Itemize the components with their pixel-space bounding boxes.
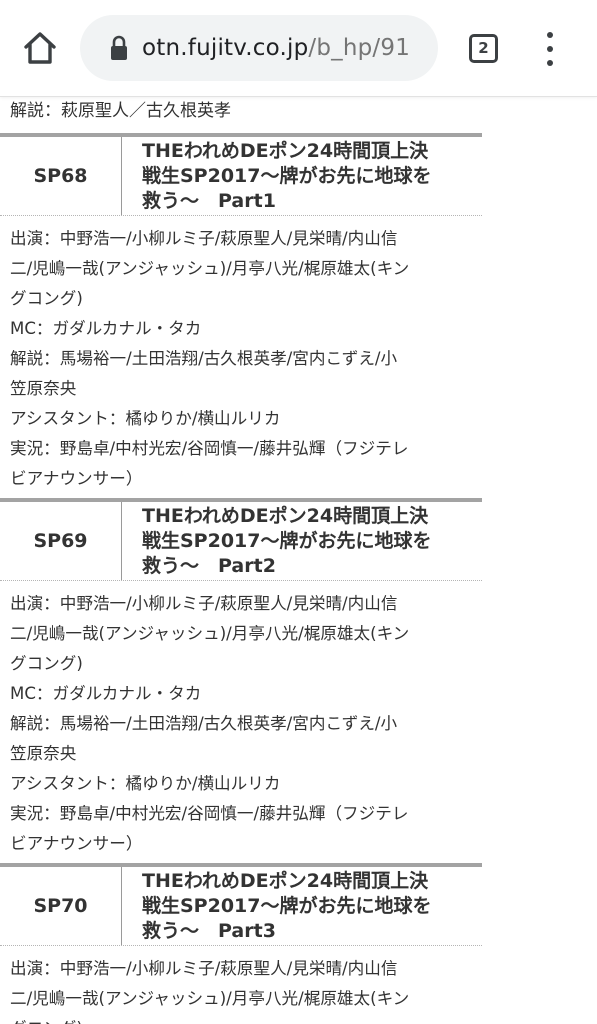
assistant-line: アシスタント：橘ゆりか/横山ルリカ xyxy=(10,409,281,428)
mc-line: MC：ガダルカナル・タカ xyxy=(10,684,202,703)
episode-title-line: THEわれめDEポン24時間頂上決 xyxy=(142,870,429,892)
episode-title-line: 戦生SP2017〜牌がお先に地球を xyxy=(142,165,432,187)
page-content: 解説：萩原聖人／古久根英孝 SP68 THEわれめDEポン24時間頂上決 戦生S… xyxy=(0,96,597,1024)
home-icon xyxy=(24,32,56,64)
browser-toolbar: otn.fujitv.co.jp/b_hp/91 2 xyxy=(0,0,597,97)
episode-title-line: 救う〜 Part1 xyxy=(142,190,276,212)
commentary-line: 笠原奈央 xyxy=(10,379,77,398)
assistant-line: アシスタント：橘ゆりか/横山ルリカ xyxy=(10,774,281,793)
commentary-line: 解説：馬場裕一/土田浩翔/古久根英孝/宮内こずえ/小 xyxy=(10,349,398,368)
episode-header: SP69 THEわれめDEポン24時間頂上決 戦生SP2017〜牌がお先に地球を… xyxy=(0,498,482,581)
episode-title: THEわれめDEポン24時間頂上決 戦生SP2017〜牌がお先に地球を 救う〜 … xyxy=(142,139,472,214)
announcer-line: 実況：野島卓/中村光宏/谷岡慎一/藤井弘輝（フジテレ xyxy=(10,804,409,823)
cast-line: グコング) xyxy=(10,289,83,308)
episode-number: SP70 xyxy=(0,867,122,945)
tab-count: 2 xyxy=(478,39,489,57)
mc-line: MC：ガダルカナル・タカ xyxy=(10,319,202,338)
episode-number: SP68 xyxy=(0,137,122,215)
cast-line: 二/児嶋一哉(アンジャッシュ)/月亭八光/梶原雄太(キン xyxy=(10,624,410,643)
episode-title-line: 戦生SP2017〜牌がお先に地球を xyxy=(142,530,432,552)
episode-number: SP69 xyxy=(0,502,122,580)
episode-title-line: 救う〜 Part2 xyxy=(142,555,276,577)
announcer-line: ビアナウンサー） xyxy=(10,469,143,488)
url-path: /b_hp/91 xyxy=(308,35,411,61)
episode-title-line: 戦生SP2017〜牌がお先に地球を xyxy=(142,895,432,917)
cast-line: グコング) xyxy=(10,1014,472,1024)
cast-line: グコング) xyxy=(10,654,83,673)
cast-line: 出演：中野浩一/小柳ルミ子/萩原聖人/見栄晴/内山信 xyxy=(10,229,398,248)
episode-details: 出演：中野浩一/小柳ルミ子/萩原聖人/見栄晴/内山信 二/児嶋一哉(アンジャッシ… xyxy=(0,581,482,859)
address-bar[interactable]: otn.fujitv.co.jp/b_hp/91 xyxy=(80,15,438,81)
episode-block: SP68 THEわれめDEポン24時間頂上決 戦生SP2017〜牌がお先に地球を… xyxy=(0,133,482,494)
episode-details: 出演：中野浩一/小柳ルミ子/萩原聖人/見栄晴/内山信 二/児嶋一哉(アンジャッシ… xyxy=(0,946,482,1024)
cast-line: 二/児嶋一哉(アンジャッシュ)/月亭八光/梶原雄太(キン xyxy=(10,989,410,1008)
commentary-line: 解説：馬場裕一/土田浩翔/古久根英孝/宮内こずえ/小 xyxy=(10,714,398,733)
overflow-menu-icon[interactable] xyxy=(540,32,560,66)
episode-header: SP70 THEわれめDEポン24時間頂上決 戦生SP2017〜牌がお先に地球を… xyxy=(0,863,482,946)
cast-line: 二/児嶋一哉(アンジャッシュ)/月亭八光/梶原雄太(キン xyxy=(10,259,410,278)
episode-title-line: 救う〜 Part3 xyxy=(142,920,276,942)
cast-line: 出演：中野浩一/小柳ルミ子/萩原聖人/見栄晴/内山信 xyxy=(10,594,398,613)
cast-line: 出演：中野浩一/小柳ルミ子/萩原聖人/見栄晴/内山信 xyxy=(10,959,398,978)
commentary-line: 笠原奈央 xyxy=(10,744,77,763)
episode-block: SP69 THEわれめDEポン24時間頂上決 戦生SP2017〜牌がお先に地球を… xyxy=(0,498,482,859)
partial-commentary-line: 解説：萩原聖人／古久根英孝 xyxy=(10,101,231,121)
episode-block: SP70 THEわれめDEポン24時間頂上決 戦生SP2017〜牌がお先に地球を… xyxy=(0,863,482,1024)
home-button[interactable] xyxy=(18,26,62,70)
announcer-line: 実況：野島卓/中村光宏/谷岡慎一/藤井弘輝（フジテレ xyxy=(10,439,409,458)
episode-title: THEわれめDEポン24時間頂上決 戦生SP2017〜牌がお先に地球を 救う〜 … xyxy=(142,504,472,579)
url-host: otn.fujitv.co.jp xyxy=(142,35,309,61)
announcer-line: ビアナウンサー） xyxy=(10,834,143,853)
episode-title-line: THEわれめDEポン24時間頂上決 xyxy=(142,140,429,162)
episode-title-line: THEわれめDEポン24時間頂上決 xyxy=(142,505,429,527)
episode-header: SP68 THEわれめDEポン24時間頂上決 戦生SP2017〜牌がお先に地球を… xyxy=(0,133,482,216)
episode-details: 出演：中野浩一/小柳ルミ子/萩原聖人/見栄晴/内山信 二/児嶋一哉(アンジャッシ… xyxy=(0,216,482,494)
episode-title: THEわれめDEポン24時間頂上決 戦生SP2017〜牌がお先に地球を 救う〜 … xyxy=(142,869,472,944)
tab-switcher-button[interactable]: 2 xyxy=(469,34,498,63)
lock-icon xyxy=(111,35,127,60)
url-text: otn.fujitv.co.jp/b_hp/91 xyxy=(142,15,432,81)
